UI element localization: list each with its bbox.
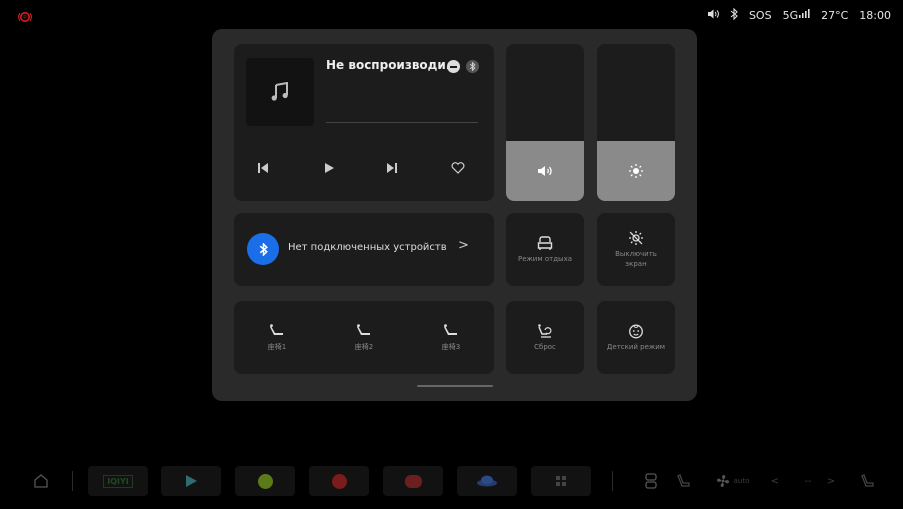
- seat-reset-icon: [538, 323, 552, 338]
- previous-icon[interactable]: [250, 155, 276, 181]
- panel-drag-handle[interactable]: [417, 385, 493, 387]
- screen-off-icon: [629, 231, 643, 245]
- bluetooth-source-icon[interactable]: [466, 60, 479, 73]
- iqiyi-logo: IQIYI: [103, 474, 133, 488]
- reset-button[interactable]: Сброс: [506, 301, 584, 374]
- brightness-slider[interactable]: [597, 44, 675, 201]
- app-grid[interactable]: [531, 466, 591, 496]
- seat-3-label: 座椅3: [441, 342, 461, 351]
- bluetooth-icon: [730, 7, 738, 23]
- rest-mode-label: Режим отдыха: [517, 254, 573, 263]
- temperature-display: --: [788, 466, 828, 496]
- seat-icon: [861, 474, 874, 487]
- sos-label: SOS: [748, 9, 772, 22]
- seat-2-label: 座椅2: [354, 342, 374, 351]
- seat-icon: [357, 323, 370, 335]
- seat-3-button[interactable]: 座椅3: [408, 301, 494, 374]
- track-progress[interactable]: [326, 122, 478, 123]
- fan-button[interactable]: auto: [710, 466, 754, 496]
- dock-divider: [612, 471, 613, 491]
- red-app[interactable]: [309, 466, 369, 496]
- temperature: 27°C: [821, 9, 849, 22]
- status-bar: SOS 5G 27°C 18:00: [707, 7, 891, 23]
- media-player-card[interactable]: Не воспроизводи..: [234, 44, 494, 201]
- seat-2-button[interactable]: 座椅2: [321, 301, 407, 374]
- parking-brake-icon: P: [18, 9, 32, 23]
- play-app[interactable]: [161, 466, 221, 496]
- grid-icon: [556, 476, 566, 486]
- seat-icon: [270, 323, 283, 335]
- brightness-slider-fill: [597, 141, 675, 201]
- clock: 18:00: [859, 9, 891, 22]
- kids-mode-button[interactable]: Детский режим: [597, 301, 675, 374]
- signal-bars-icon: [799, 9, 810, 18]
- seat-1-label: 座椅1: [267, 342, 287, 351]
- home-button[interactable]: [26, 466, 56, 496]
- home-icon: [34, 474, 48, 488]
- seat-1-button[interactable]: 座椅1: [234, 301, 320, 374]
- temperature-value: --: [804, 475, 812, 487]
- green-app[interactable]: [235, 466, 295, 496]
- iqiyi-app[interactable]: IQIYI: [88, 466, 148, 496]
- seat-heating-button[interactable]: [673, 466, 695, 496]
- seat-settings-button[interactable]: [855, 466, 881, 496]
- bluetooth-icon: [247, 233, 279, 265]
- sun-icon: [629, 164, 643, 179]
- volume-slider-fill: [506, 141, 584, 201]
- play-icon[interactable]: [316, 155, 342, 181]
- seat-icon: [444, 323, 457, 335]
- kids-mode-label: Детский режим: [606, 343, 666, 351]
- split-screen-button[interactable]: [640, 466, 662, 496]
- album-art: [246, 58, 314, 126]
- temp-increase-button[interactable]: >: [824, 466, 838, 496]
- stop-source-icon[interactable]: [447, 60, 460, 73]
- volume-slider[interactable]: [506, 44, 584, 201]
- dock-divider: [72, 471, 73, 491]
- blue-app[interactable]: [457, 466, 517, 496]
- reset-label: Сброс: [534, 342, 556, 351]
- hat-icon: [477, 475, 497, 487]
- rest-mode-button[interactable]: Режим отдыха: [506, 213, 584, 286]
- music-app[interactable]: [383, 466, 443, 496]
- volume-icon: [707, 9, 719, 22]
- red-app-icon: [331, 473, 347, 489]
- seat-controls: 座椅1 座椅2 座椅3: [234, 301, 494, 374]
- heart-icon[interactable]: [445, 155, 471, 181]
- control-center-panel: Не воспроизводи.. Нет подключенных устро…: [212, 29, 697, 401]
- music-app-icon: [404, 474, 422, 488]
- speaker-icon: [538, 166, 552, 177]
- screen-off-button[interactable]: Выключить экран: [597, 213, 675, 286]
- chevron-right-icon: >: [826, 475, 836, 487]
- network-type: 5G: [782, 9, 799, 22]
- fan-mode-label: auto: [733, 477, 750, 485]
- temp-decrease-button[interactable]: <: [768, 466, 782, 496]
- music-note-icon: [271, 82, 288, 101]
- play-store-icon: [186, 475, 197, 487]
- child-face-icon: [629, 324, 643, 339]
- next-icon[interactable]: [379, 155, 405, 181]
- fan-icon: [716, 474, 729, 488]
- network-indicator: 5G: [783, 9, 811, 22]
- bluetooth-devices-card[interactable]: Нет подключенных устройств >: [234, 213, 494, 286]
- split-screen-icon: [645, 473, 657, 489]
- armchair-icon: [537, 235, 553, 250]
- seat-heat-icon: [677, 474, 690, 487]
- screen-off-label: Выключить экран: [615, 250, 657, 268]
- bluetooth-status-label: Нет подключенных устройств: [288, 242, 447, 253]
- track-title: Не воспроизводи..: [326, 58, 455, 72]
- green-app-icon: [257, 473, 273, 489]
- chevron-right-icon: >: [458, 238, 469, 253]
- chevron-left-icon: <: [770, 475, 780, 487]
